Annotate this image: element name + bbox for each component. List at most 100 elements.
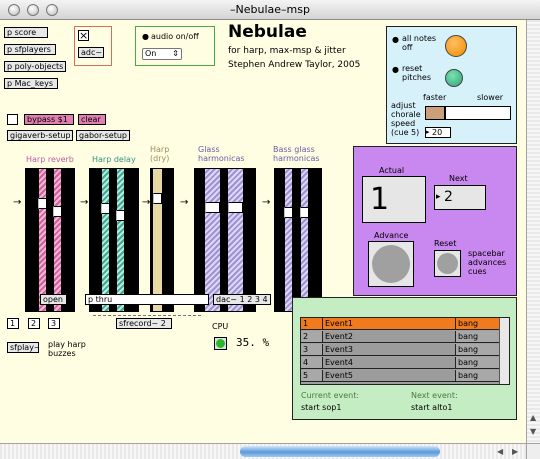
chorale-speed-slider[interactable] bbox=[425, 106, 511, 120]
reset-button-circle bbox=[437, 253, 458, 274]
fader-handle[interactable] bbox=[228, 202, 243, 213]
adc-object[interactable]: adc~ bbox=[78, 47, 104, 58]
faster-label: faster bbox=[423, 93, 447, 102]
table-cell-event[interactable]: Event4 bbox=[323, 357, 456, 369]
arrow-right-icon: → bbox=[262, 197, 271, 208]
adc-panel: × adc~ bbox=[74, 26, 112, 66]
cpu-led-light bbox=[216, 339, 225, 348]
mixer-label-harp-delay: Harp delay bbox=[92, 155, 136, 164]
dac-object[interactable]: dac~ 1 2 3 4 bbox=[213, 294, 271, 305]
speed-value: 20 bbox=[432, 128, 443, 137]
table-cell-index[interactable]: 4 bbox=[301, 357, 323, 369]
fader-handle[interactable] bbox=[153, 193, 162, 204]
fader-harp-dry[interactable] bbox=[152, 168, 163, 312]
fader-handle[interactable] bbox=[101, 203, 110, 214]
vertical-scrollbar[interactable]: ▲ ▼ bbox=[526, 20, 540, 443]
table-cell-event[interactable]: Event3 bbox=[323, 344, 456, 356]
table-cell-action[interactable]: bang bbox=[456, 357, 500, 369]
fader-handle[interactable] bbox=[53, 206, 62, 217]
fader-glass-harmonicas-2[interactable] bbox=[227, 168, 244, 312]
cpu-led bbox=[214, 337, 227, 350]
fader-harp-delay-2[interactable] bbox=[116, 168, 125, 312]
scroll-right-icon[interactable]: ▶ bbox=[512, 447, 518, 456]
fader-bass-glass-1[interactable] bbox=[284, 168, 293, 312]
sfrecord-object[interactable]: sfrecord~ 2 bbox=[116, 318, 172, 329]
table-cell-index[interactable]: 2 bbox=[301, 331, 323, 343]
speed-number-box[interactable]: ▸ 20 bbox=[425, 127, 451, 138]
audio-select-value: On bbox=[145, 49, 157, 58]
fader-harp-reverb-2[interactable] bbox=[53, 168, 62, 312]
subpatcher-mac-keys[interactable]: p Mac_keys bbox=[4, 78, 58, 89]
audio-dot-icon: ● bbox=[142, 32, 149, 41]
mixer-strip-harp-reverb bbox=[25, 168, 75, 312]
table-cell-index[interactable]: 3 bbox=[301, 344, 323, 356]
audio-select[interactable]: On ⇕ bbox=[142, 48, 182, 60]
bullet-icon: ● bbox=[392, 35, 399, 44]
fader-handle[interactable] bbox=[38, 198, 47, 209]
subtitle: for harp, max-msp & jitter bbox=[228, 46, 346, 56]
fader-bass-glass-2[interactable] bbox=[300, 168, 309, 312]
reset-pitches-button[interactable] bbox=[445, 69, 463, 87]
table-cell-event[interactable]: Event2 bbox=[323, 331, 456, 343]
fader-handle[interactable] bbox=[116, 210, 125, 221]
arrow-right-icon: → bbox=[13, 197, 22, 208]
horizontal-scroll-thumb[interactable] bbox=[240, 446, 440, 457]
fader-handle[interactable] bbox=[284, 207, 293, 218]
actual-cue-display: 1 bbox=[362, 176, 426, 223]
table-cell-index[interactable]: 1 bbox=[301, 318, 323, 330]
bypass-message[interactable]: bypass $1 bbox=[24, 114, 74, 125]
table-cell-action[interactable]: bang bbox=[456, 344, 500, 356]
author-credit: Stephen Andrew Taylor, 2005 bbox=[228, 60, 361, 70]
clear-message[interactable]: clear bbox=[78, 114, 106, 125]
fader-harp-delay-1[interactable] bbox=[101, 168, 110, 312]
sfplay-object[interactable]: sfplay~ bbox=[7, 342, 39, 353]
bullet-icon: ● bbox=[392, 65, 399, 74]
gigaverb-setup-message[interactable]: gigaverb-setup bbox=[7, 130, 73, 141]
subpatcher-sfplayers[interactable]: p sfplayers bbox=[4, 44, 56, 55]
gabor-setup-message[interactable]: gabor-setup bbox=[76, 130, 130, 141]
table-cell-action[interactable]: bang bbox=[456, 318, 500, 330]
next-cue-numberbox[interactable]: ▸ 2 bbox=[434, 185, 486, 210]
cpu-label: CPU bbox=[212, 322, 229, 331]
event-panel: Actual 1 Next ▸ 2 Advance Reset spacebar … bbox=[353, 146, 517, 296]
reset-pitches-label: reset pitches bbox=[402, 64, 431, 82]
bypass-toggle[interactable] bbox=[7, 114, 18, 125]
table-scrollbar[interactable] bbox=[499, 318, 509, 384]
fader-glass-harmonicas-1[interactable] bbox=[204, 168, 221, 312]
sfplay-number-2[interactable]: 2 bbox=[28, 318, 40, 329]
table-cell-event[interactable]: Event5 bbox=[323, 370, 456, 382]
scroll-up-icon[interactable]: ▲ bbox=[530, 413, 536, 422]
spacebar-note: spacebar advances cues bbox=[468, 249, 507, 276]
event-table[interactable]: 1 Event1 bang 2 Event2 bang 3 Event3 bang 4 Event4… bbox=[300, 317, 510, 385]
subpatcher-score[interactable]: p score bbox=[4, 27, 48, 38]
p-thru-object[interactable]: p thru bbox=[85, 294, 209, 305]
open-message[interactable]: open bbox=[40, 294, 67, 305]
resize-grip-icon[interactable] bbox=[526, 443, 540, 459]
fader-harp-reverb-1[interactable] bbox=[38, 168, 47, 312]
cpu-value: 35. % bbox=[236, 336, 270, 349]
table-cell-action[interactable]: bang bbox=[456, 370, 500, 382]
slider-fill bbox=[426, 107, 446, 119]
fader-handle[interactable] bbox=[205, 202, 220, 213]
table-cell-action[interactable]: bang bbox=[456, 331, 500, 343]
actual-label: Actual bbox=[379, 166, 405, 175]
scroll-left-icon[interactable]: ◀ bbox=[497, 447, 503, 456]
subpatcher-poly-objects[interactable]: p poly-objects bbox=[4, 61, 66, 72]
horizontal-scrollbar[interactable]: ◀ ▶ bbox=[0, 443, 526, 459]
fader-handle[interactable] bbox=[300, 207, 309, 218]
adc-toggle-icon[interactable]: × bbox=[78, 30, 89, 41]
reset-button[interactable] bbox=[434, 250, 461, 277]
sfplay-number-3[interactable]: 3 bbox=[48, 318, 60, 329]
mixer-strip-bass-glass-harmonicas bbox=[274, 168, 322, 312]
audio-panel: ● audio on/off On ⇕ bbox=[135, 26, 215, 66]
table-cell-index[interactable]: 5 bbox=[301, 370, 323, 382]
sfplay-number-1[interactable]: 1 bbox=[7, 318, 19, 329]
next-event-value: start alto1 bbox=[411, 403, 453, 412]
table-cell-event[interactable]: Event1 bbox=[323, 318, 456, 330]
adjust-chorale-label: adjust chorale speed (cue 5) bbox=[391, 101, 421, 137]
all-notes-off-button[interactable] bbox=[445, 35, 467, 57]
advance-button[interactable] bbox=[368, 241, 414, 287]
arrow-right-icon: → bbox=[180, 197, 189, 208]
mixer-label-harp-dry: Harp (dry) bbox=[150, 145, 170, 163]
scroll-down-icon[interactable]: ▼ bbox=[530, 427, 536, 436]
